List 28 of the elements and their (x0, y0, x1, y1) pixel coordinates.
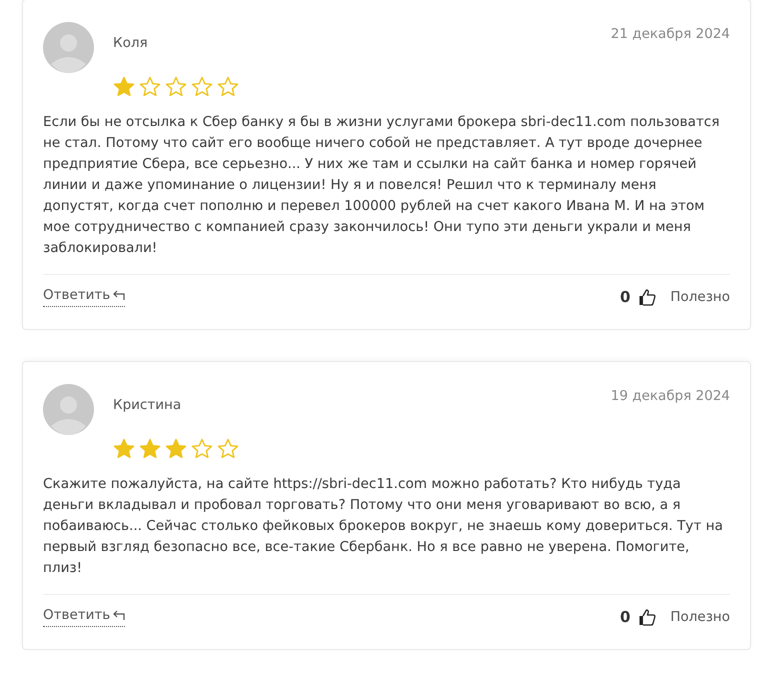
helpful-label[interactable]: Полезно (670, 289, 730, 305)
avatar-icon (43, 22, 94, 73)
like-count: 0 (620, 288, 630, 306)
star-icon (191, 76, 213, 98)
reply-link[interactable]: Ответить (43, 287, 126, 307)
reply-arrow-icon (113, 610, 126, 620)
author-name: Коля (113, 35, 149, 51)
thumbs-up-icon[interactable] (638, 608, 656, 626)
reply-link[interactable]: Ответить (43, 607, 126, 627)
like-count: 0 (620, 608, 630, 626)
review-text: Скажите пожалуйста, на сайте https://sbri-dec11.com можно работать? Кто нибудь туда деньги вкладывал и пробовал торговать? Потому что они меня уговаривают во всю, а я побаиваюсь... Сейчас столько фейковых брокеров вокруг, не знаешь кому довериться. Тут на первый взгляд безопасно все, все-такие Сбербанк. Но я все равно не уверена. Помогите, плиз! (43, 475, 724, 578)
star-icon (217, 438, 239, 460)
star-icon (139, 438, 161, 460)
review-text: Если бы не отсылка к Сбер банку я бы в жизни услугами брокера sbri-dec11.com пользоватся не стал. Потому что сайт его вообще ничего собой не представляет. А тут вроде дочернее предприятие Сбера, все серьезно... У них же там и ссылки на сайт банка и номер горячей линии и даже упоминание о лицензии! Ну я и повелся! Решил что к терминалу меня допустят, когда счет пополню и перевел 100000 рублей на счет какого Ивана М. И на этом мое сотрудничество с компанией сразу закончилось! Они тупо эти деньги украли и меня заблокировали! (43, 113, 721, 258)
star-icon (217, 76, 239, 98)
review-date: 19 декабря 2024 (610, 387, 730, 404)
star-icon (113, 438, 135, 460)
star-icon (165, 438, 187, 460)
review-date: 21 декабря 2024 (610, 25, 730, 42)
star-icon (191, 438, 213, 460)
thumbs-up-icon[interactable] (638, 288, 656, 306)
author-name: Кристина (113, 397, 182, 413)
star-icon (139, 76, 161, 98)
reply-arrow-icon (113, 290, 126, 300)
star-icon (165, 76, 187, 98)
avatar-icon (43, 384, 94, 435)
star-icon (113, 76, 135, 98)
helpful-label[interactable]: Полезно (670, 609, 730, 625)
